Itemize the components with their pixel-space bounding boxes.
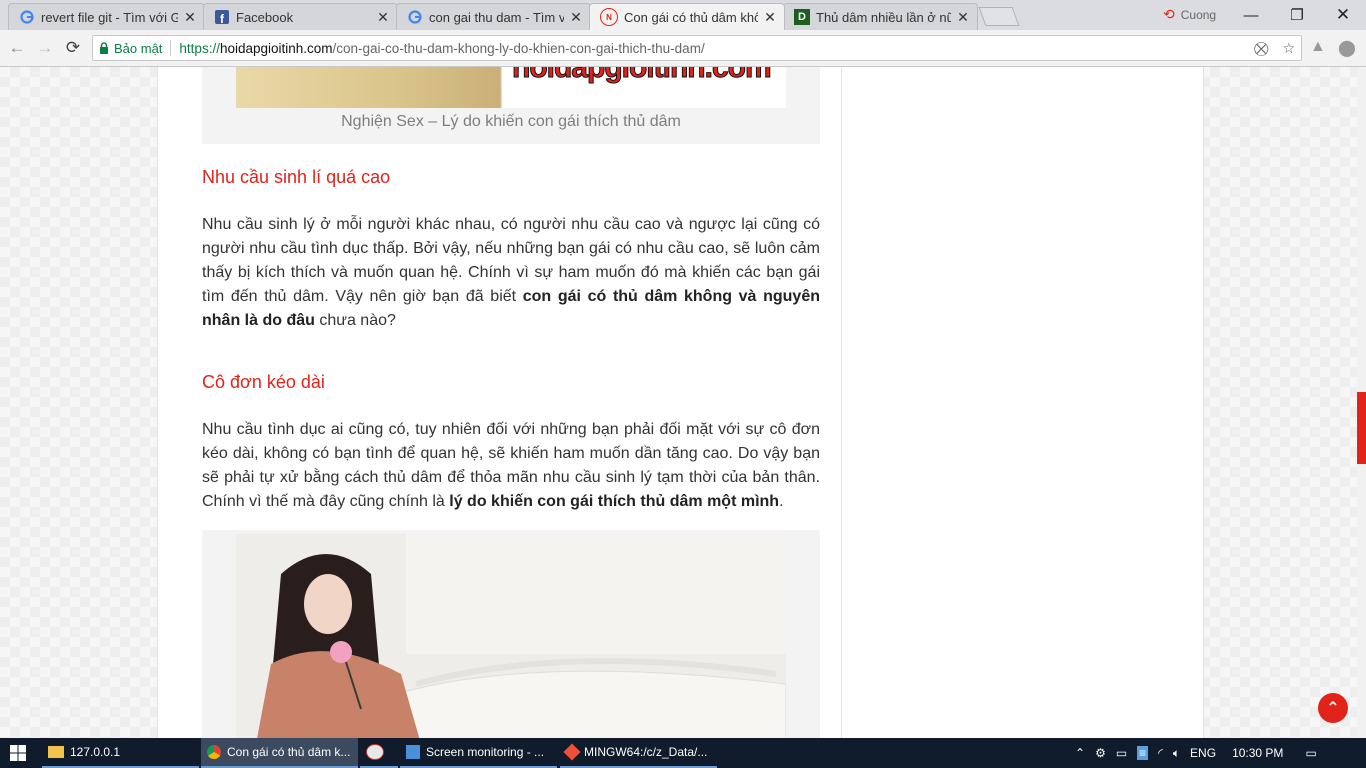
section-heading: Cô đơn kéo dài	[202, 372, 325, 392]
tab-title: Con gái có thủ dâm khôn	[624, 9, 758, 25]
sidebar-divider	[841, 67, 842, 738]
taskbar-label: Con gái có thủ dâm k...	[227, 745, 351, 759]
close-icon[interactable]: ✕	[568, 9, 584, 26]
tab-con-gai-co-thu-dam[interactable]: N Con gái có thủ dâm khôn ✕	[589, 3, 785, 30]
d-site-icon: D	[794, 9, 810, 25]
taskbar-item-explorer[interactable]: 127.0.0.1	[42, 738, 199, 768]
section-heading: Nhu cầu sinh lí quá cao	[202, 167, 391, 187]
back-button[interactable]: ←	[7, 38, 27, 58]
windows-taskbar: 127.0.0.1 Con gái có thủ dâm k... Screen…	[0, 738, 1366, 768]
extension-icon[interactable]: ▲	[1310, 38, 1326, 56]
taskbar-label: Screen monitoring - ...	[426, 745, 545, 759]
tab-title: Facebook	[236, 9, 294, 25]
security-icon[interactable]: ⚙	[1095, 746, 1106, 760]
start-button[interactable]	[0, 738, 36, 768]
folder-icon	[48, 746, 64, 758]
google-icon	[407, 9, 423, 25]
tab-facebook[interactable]: f Facebook ✕	[203, 3, 398, 30]
tab-title: Thủ dâm nhiều lần ở nữ g	[816, 9, 951, 25]
facebook-icon: f	[214, 9, 230, 25]
tab-title: revert file git - Tìm với Go	[41, 9, 178, 25]
volume-icon[interactable]: 🔈︎	[1173, 746, 1180, 761]
article-figure-2	[202, 530, 820, 738]
notification-icon[interactable]: ▭	[1305, 746, 1316, 760]
app-icon	[406, 745, 420, 759]
secure-label: Bảo mật	[114, 40, 163, 56]
profile-name: Cuong	[1180, 7, 1217, 22]
restore-button[interactable]: ❐	[1274, 0, 1320, 30]
extension-icon-2[interactable]: ⬤	[1338, 38, 1356, 58]
close-icon[interactable]: ✕	[375, 9, 391, 26]
profile-button[interactable]: ⟲ Cuong	[1163, 6, 1216, 23]
photo-illustration	[236, 534, 786, 738]
forward-button[interactable]: →	[35, 38, 55, 58]
chevron-up-icon[interactable]: ⌃	[1075, 746, 1085, 760]
taskbar-item-screen-monitoring[interactable]: Screen monitoring - ...	[400, 738, 557, 768]
taskbar-item-paint[interactable]	[360, 738, 398, 768]
close-icon[interactable]: ✕	[762, 9, 778, 26]
bookmark-star-icon[interactable]: ☆	[1282, 40, 1295, 57]
tab-con-gai-thu-dam-search[interactable]: con gai thu dam - Tìm vớ ✕	[396, 3, 591, 30]
site-icon: N	[600, 8, 618, 26]
sync-error-icon: ⟲	[1163, 6, 1175, 22]
paragraph-bold: lý do khiến con gái thích thủ dâm một mì…	[449, 493, 780, 510]
tab-revert-file-git[interactable]: revert file git - Tìm với Go ✕	[8, 3, 205, 30]
article-figure-1: hoidapgioitinh.com Nghiện Sex – Lý do kh…	[202, 67, 820, 144]
image-logo: hoidapgioitinh.com	[512, 67, 773, 85]
secure-indicator[interactable]: Bảo mật	[99, 41, 162, 56]
taskbar-label: MINGW64:/c/z_Data/...	[584, 745, 708, 759]
close-window-button[interactable]: ✕	[1320, 0, 1366, 30]
url-scheme: https://	[179, 40, 220, 56]
chrome-icon	[207, 745, 221, 759]
tab-title: con gai thu dam - Tìm vớ	[429, 9, 564, 25]
windows-icon	[10, 745, 26, 761]
taskbar-item-chrome[interactable]: Con gái có thủ dâm k...	[201, 738, 358, 768]
google-icon	[19, 9, 35, 25]
tab-thu-dam-nhieu-lan[interactable]: D Thủ dâm nhiều lần ở nữ g ✕	[783, 3, 978, 30]
separator	[170, 40, 172, 56]
minimize-button[interactable]: —	[1228, 0, 1274, 30]
browser-toolbar: ← → ⟳ Bảo mật https://hoidapgioitinh.com…	[0, 30, 1366, 67]
url-domain: hoidapgioitinh.com	[219, 40, 333, 56]
cookie-blocked-icon[interactable]: ⛒	[1254, 40, 1268, 57]
page-container: hoidapgioitinh.com Nghiện Sex – Lý do kh…	[157, 67, 1204, 738]
back-to-top-button[interactable]: ⌃	[1318, 693, 1348, 723]
battery-icon[interactable]: ▭	[1116, 746, 1127, 760]
chevron-up-icon: ⌃	[1326, 700, 1340, 717]
lock-icon	[100, 42, 108, 54]
close-icon[interactable]: ✕	[182, 9, 198, 26]
figure-caption: Nghiện Sex – Lý do khiến con gái thích t…	[341, 113, 681, 130]
article-image-2	[236, 534, 786, 738]
app-tray-icon[interactable]: ≡	[1137, 746, 1149, 760]
page-viewport: hoidapgioitinh.com Nghiện Sex – Lý do kh…	[0, 67, 1357, 738]
article-paragraph: Nhu cầu sinh lý ở mỗi người khác nhau, c…	[202, 213, 820, 333]
url-text[interactable]: https://hoidapgioitinh.com/con-gai-co-th…	[179, 41, 704, 56]
article-paragraph: Nhu cầu tình dục ai cũng có, tuy nhiên đ…	[202, 418, 820, 514]
taskbar-label: 127.0.0.1	[70, 745, 121, 759]
page-scrollbar[interactable]	[1357, 67, 1366, 738]
article-image-1: hoidapgioitinh.com	[236, 67, 786, 108]
address-bar[interactable]: Bảo mật https://hoidapgioitinh.com/con-g…	[92, 35, 1302, 61]
tab-strip: revert file git - Tìm với Go ✕ f Faceboo…	[0, 0, 1366, 30]
reload-button[interactable]: ⟳	[63, 38, 83, 58]
close-icon[interactable]: ✕	[955, 9, 971, 26]
language-indicator[interactable]: ENG	[1190, 746, 1216, 760]
clock[interactable]: 10:30 PM	[1232, 746, 1283, 760]
scrollbar-thumb[interactable]	[1357, 392, 1366, 464]
git-icon	[563, 743, 581, 761]
paragraph-text: chưa nào?	[314, 312, 396, 329]
taskbar-item-mingw[interactable]: MINGW64:/c/z_Data/...	[560, 738, 717, 768]
paint-icon	[366, 744, 384, 760]
url-path: /con-gai-co-thu-dam-khong-ly-do-khien-co…	[332, 40, 705, 56]
wifi-icon[interactable]: ◜	[1158, 746, 1163, 760]
paragraph-text: .	[779, 493, 784, 510]
new-tab-button[interactable]	[978, 7, 1020, 26]
